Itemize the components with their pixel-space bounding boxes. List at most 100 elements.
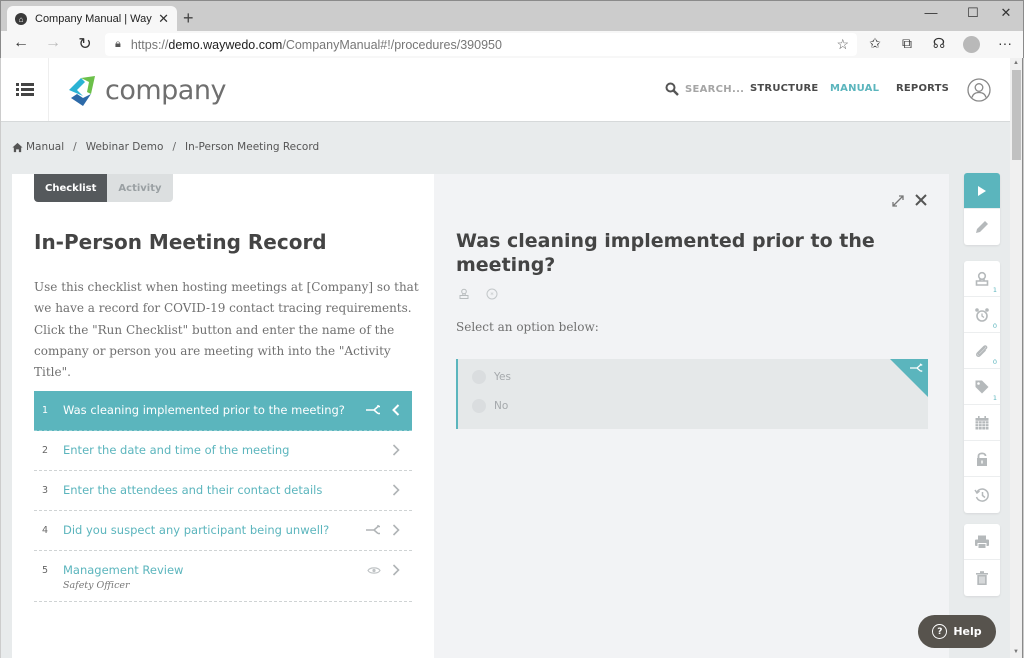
breadcrumb-manual[interactable]: Manual	[26, 141, 64, 153]
tags-count: 1	[992, 394, 997, 402]
edit-button[interactable]	[964, 209, 1000, 245]
option-no[interactable]: No	[472, 399, 508, 413]
brand-name: company	[105, 74, 226, 106]
procedure-description: Use this checklist when hosting meetings…	[34, 280, 419, 380]
option-label: No	[494, 400, 509, 412]
browser-tab[interactable]: ⌂ Company Manual | Way We Do ✕	[7, 6, 177, 32]
tags-button[interactable]: 1	[964, 369, 1000, 405]
option-yes[interactable]: Yes	[472, 370, 511, 384]
alarm-clock-icon	[975, 307, 989, 322]
step-number: 5	[42, 565, 49, 576]
tab-activity[interactable]: Activity	[107, 174, 173, 202]
address-bar[interactable]: 🔒︎ https://demo.waywedo.com/CompanyManua…	[105, 33, 857, 56]
svg-text:*: *	[490, 291, 494, 299]
required-star-icon: *	[486, 288, 498, 300]
branch-icon	[910, 363, 923, 372]
attachments-button[interactable]: 0	[964, 333, 1000, 369]
procedure-title: In-Person Meeting Record	[34, 230, 327, 254]
step-item-3[interactable]: 3 Enter the attendees and their contact …	[34, 471, 412, 511]
step-item-1[interactable]: 1 Was cleaning implemented prior to the …	[34, 391, 412, 431]
radio-button[interactable]	[472, 399, 486, 413]
nav-structure[interactable]: STRUCTURE	[750, 83, 818, 94]
refresh-icon[interactable]: ↻	[73, 34, 97, 54]
chevron-right-icon[interactable]	[388, 523, 404, 537]
feedback-icon[interactable]: ☊	[927, 35, 951, 52]
history-button[interactable]	[964, 477, 1000, 513]
tag-icon	[975, 380, 989, 393]
schedule-button[interactable]	[964, 405, 1000, 441]
search-icon	[665, 82, 679, 96]
step-item-5[interactable]: 5 Management Review Safety Officer	[34, 551, 412, 602]
tab-title: Company Manual | Way We Do	[35, 13, 152, 25]
action-toolbar-primary	[964, 173, 1000, 245]
chevron-right-icon[interactable]	[388, 483, 404, 497]
logo[interactable]: company	[65, 72, 226, 108]
lock-icon	[977, 451, 987, 466]
home-icon	[12, 142, 23, 152]
logo-mark-icon	[69, 76, 95, 106]
branch-icon	[366, 523, 382, 537]
forward-icon[interactable]: →	[41, 34, 65, 52]
profile-icon[interactable]	[963, 36, 980, 53]
expand-icon[interactable]	[891, 194, 905, 208]
new-tab-button[interactable]: +	[183, 8, 194, 29]
panel-tabs: Checklist Activity	[34, 174, 173, 202]
radio-button[interactable]	[472, 370, 486, 384]
favorite-star-icon[interactable]: ☆	[836, 36, 849, 53]
search-button[interactable]: SEARCH...	[665, 82, 744, 96]
chevron-right-icon[interactable]	[388, 443, 404, 457]
nav-reports[interactable]: REPORTS	[896, 83, 949, 94]
calendar-icon	[975, 415, 989, 429]
assignee-count: 1	[992, 286, 997, 294]
chevron-left-icon[interactable]	[388, 403, 404, 417]
minimize-button[interactable]: —	[916, 5, 946, 20]
user-account-icon[interactable]	[967, 78, 991, 102]
back-icon[interactable]: ←	[9, 34, 33, 52]
assignee-stamp-icon	[459, 288, 469, 299]
printer-icon	[975, 535, 989, 549]
page-scrollbar[interactable]: ▲ ▼	[1010, 58, 1023, 658]
scroll-up-arrow-icon[interactable]: ▲	[1013, 60, 1019, 66]
help-button[interactable]: ? Help	[918, 615, 996, 648]
more-icon[interactable]: ···	[993, 35, 1017, 51]
chevron-right-icon[interactable]	[388, 563, 404, 577]
close-icon[interactable]	[914, 193, 928, 207]
assignee-button[interactable]: 1	[964, 261, 1000, 297]
breadcrumb-separator: /	[73, 141, 77, 153]
window-close-button[interactable]: ✕	[991, 5, 1021, 21]
scroll-down-arrow-icon[interactable]: ▼	[1013, 649, 1019, 655]
breadcrumb-webinar-demo[interactable]: Webinar Demo	[86, 141, 164, 153]
action-toolbar-secondary	[964, 524, 1000, 596]
breadcrumb: Manual / Webinar Demo / In-Person Meetin…	[12, 141, 319, 153]
menu-button[interactable]	[1, 58, 49, 121]
page: company SEARCH... STRUCTURE MANUAL REPOR…	[1, 58, 1010, 658]
option-group: Yes No	[456, 359, 928, 429]
step-detail-panel: Was cleaning implemented prior to the me…	[434, 174, 949, 658]
breadcrumb-current: In-Person Meeting Record	[185, 141, 320, 153]
help-label: Help	[953, 625, 982, 638]
scroll-thumb[interactable]	[1012, 70, 1021, 160]
permissions-button[interactable]	[964, 441, 1000, 477]
pencil-icon	[976, 221, 988, 233]
tab-close-icon[interactable]: ✕	[158, 11, 169, 27]
maximize-button[interactable]: ☐	[958, 5, 988, 21]
print-button[interactable]	[964, 524, 1000, 560]
collections-icon[interactable]: ⧉	[895, 35, 919, 52]
step-label: Did you suspect any participant being un…	[63, 523, 330, 537]
url-host: demo.waywedo.com	[168, 37, 283, 52]
nav-manual[interactable]: MANUAL	[830, 83, 879, 94]
menu-list-icon	[15, 81, 34, 98]
eye-icon	[366, 563, 382, 577]
run-checklist-button[interactable]	[964, 173, 1000, 209]
tab-checklist[interactable]: Checklist	[34, 174, 108, 202]
step-list: 1 Was cleaning implemented prior to the …	[34, 391, 412, 602]
search-placeholder: SEARCH...	[685, 83, 745, 95]
delete-button[interactable]	[964, 560, 1000, 596]
favorites-list-icon[interactable]: ✩	[863, 35, 887, 52]
paperclip-icon	[976, 344, 988, 357]
step-item-2[interactable]: 2 Enter the date and time of the meeting	[34, 431, 412, 471]
step-item-4[interactable]: 4 Did you suspect any participant being …	[34, 511, 412, 551]
step-label: Management Review	[63, 563, 184, 577]
url-path: /CompanyManual#!/procedures/390950	[282, 37, 502, 52]
reminders-button[interactable]: 0	[964, 297, 1000, 333]
